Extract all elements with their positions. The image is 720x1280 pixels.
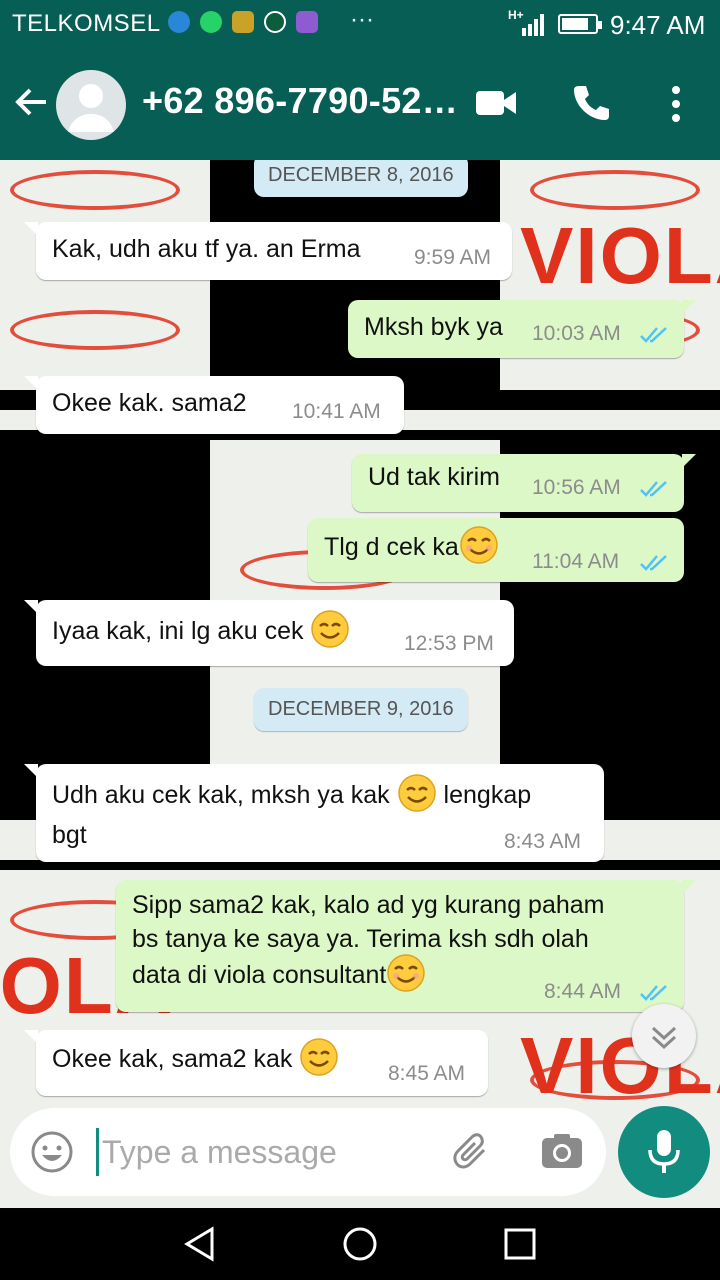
camera-icon[interactable] (540, 1130, 584, 1174)
starbucks-icon (264, 11, 286, 33)
message-time: 10:03 AM (532, 322, 621, 345)
message-text: Okee kak, sama2 kak (52, 1038, 339, 1077)
smiling-face-emoji-icon (387, 954, 426, 993)
smiling-face-emoji-icon (311, 610, 350, 649)
wallpaper-ornament (530, 170, 700, 210)
scroll-to-bottom-button[interactable] (632, 1004, 696, 1068)
message-text: Tlg d cek ka (324, 526, 499, 565)
message-input[interactable]: Type a message (102, 1134, 337, 1171)
incoming-message[interactable]: Udh aku cek kak, mksh ya kak lengkap bgt… (24, 764, 604, 862)
read-receipt-icon (640, 985, 667, 1001)
status-bar: TELKOMSEL ··· H+ 9:47 AM (0, 0, 720, 48)
signal-icon (522, 14, 544, 36)
date-chip: DECEMBER 8, 2016 (254, 160, 468, 197)
message-text: Ud tak kirim (368, 463, 500, 491)
notification-icons (168, 11, 318, 33)
outgoing-message[interactable]: Tlg d cek ka 11:04 AM (308, 518, 684, 582)
message-time: 8:43 AM (504, 830, 582, 853)
app-notification-icon (232, 11, 254, 33)
message-text: Sipp sama2 kak, kalo ad yg kurang paham (132, 891, 605, 919)
gallery-icon (296, 11, 318, 33)
outgoing-message[interactable]: Mksh byk ya 10:03 AM (348, 300, 696, 358)
wallpaper-ornament (10, 170, 180, 210)
read-receipt-icon (640, 555, 667, 571)
read-receipt-icon (640, 327, 667, 343)
system-navigation-bar (0, 1208, 720, 1280)
outgoing-message[interactable]: Ud tak kirim 10:56 AM (352, 454, 696, 512)
double-chevron-down-icon (651, 1026, 677, 1050)
message-text: Iyaa kak, ini lg aku cek (52, 610, 350, 649)
smiling-face-emoji-icon (300, 1038, 339, 1077)
nav-home-icon[interactable] (342, 1226, 378, 1262)
date-chip: DECEMBER 9, 2016 (254, 688, 468, 731)
back-arrow-icon[interactable] (14, 84, 50, 120)
voice-call-icon[interactable] (570, 82, 612, 124)
emoji-icon[interactable] (30, 1130, 74, 1174)
carrier-name: TELKOMSEL (12, 10, 161, 37)
incoming-message[interactable]: Kak, udh aku tf ya. an Erma 9:59 AM (24, 222, 512, 280)
message-time: 9:59 AM (414, 246, 492, 269)
wallpaper-ornament (10, 310, 180, 350)
message-time: 10:41 AM (292, 400, 381, 423)
whatsapp-icon (200, 11, 222, 33)
attachment-icon[interactable] (450, 1130, 494, 1174)
message-text: Mksh byk ya (364, 313, 503, 341)
messenger-icon (168, 11, 190, 33)
incoming-message[interactable]: Iyaa kak, ini lg aku cek 12:53 PM (24, 600, 514, 666)
nav-recents-icon[interactable] (502, 1226, 538, 1262)
read-receipt-icon (640, 481, 667, 497)
status-time: 9:47 AM (610, 10, 706, 40)
incoming-message[interactable]: Okee kak. sama2 10:41 AM (24, 376, 404, 434)
message-text: Udh aku cek kak, mksh ya kak lengkap (52, 774, 531, 813)
message-composer: Type a message (10, 1108, 606, 1196)
message-text-line3: data di viola consultant (132, 954, 426, 993)
chat-area[interactable]: VIOLA VIOLA VIOLA DECEMBER 8, 2016 Kak, … (0, 160, 720, 1208)
message-time: 11:04 AM (532, 550, 620, 573)
microphone-icon (648, 1130, 680, 1173)
text-cursor (96, 1128, 99, 1176)
message-time: 10:56 AM (532, 476, 621, 499)
more-options-icon[interactable] (664, 84, 688, 124)
message-text: Kak, udh aku tf ya. an Erma (52, 235, 361, 263)
chat-header: +62 896-7790-52… (0, 48, 720, 160)
message-time: 12:53 PM (404, 632, 494, 655)
wallpaper-logo: VIOLA (520, 211, 720, 300)
message-text: Okee kak. sama2 (52, 389, 247, 417)
battery-icon (558, 14, 602, 34)
incoming-message[interactable]: Okee kak, sama2 kak 8:45 AM (24, 1030, 488, 1096)
more-notifications-icon: ··· (350, 6, 374, 33)
smiling-face-emoji-icon (460, 526, 498, 565)
avatar[interactable] (56, 70, 126, 140)
outgoing-message[interactable]: Sipp sama2 kak, kalo ad yg kurang paham … (116, 880, 696, 1012)
voice-record-button[interactable] (618, 1106, 710, 1198)
message-time: 8:44 AM (544, 980, 622, 1003)
message-text-line2: bgt (52, 821, 87, 849)
contact-name[interactable]: +62 896-7790-52… (142, 80, 458, 122)
message-time: 8:45 AM (388, 1062, 466, 1085)
video-call-icon[interactable] (474, 88, 518, 118)
message-text-line2: bs tanya ke saya ya. Terima ksh sdh olah (132, 925, 589, 953)
nav-back-icon[interactable] (182, 1226, 218, 1262)
default-avatar-icon (68, 84, 114, 132)
smiling-face-emoji-icon (397, 774, 436, 813)
